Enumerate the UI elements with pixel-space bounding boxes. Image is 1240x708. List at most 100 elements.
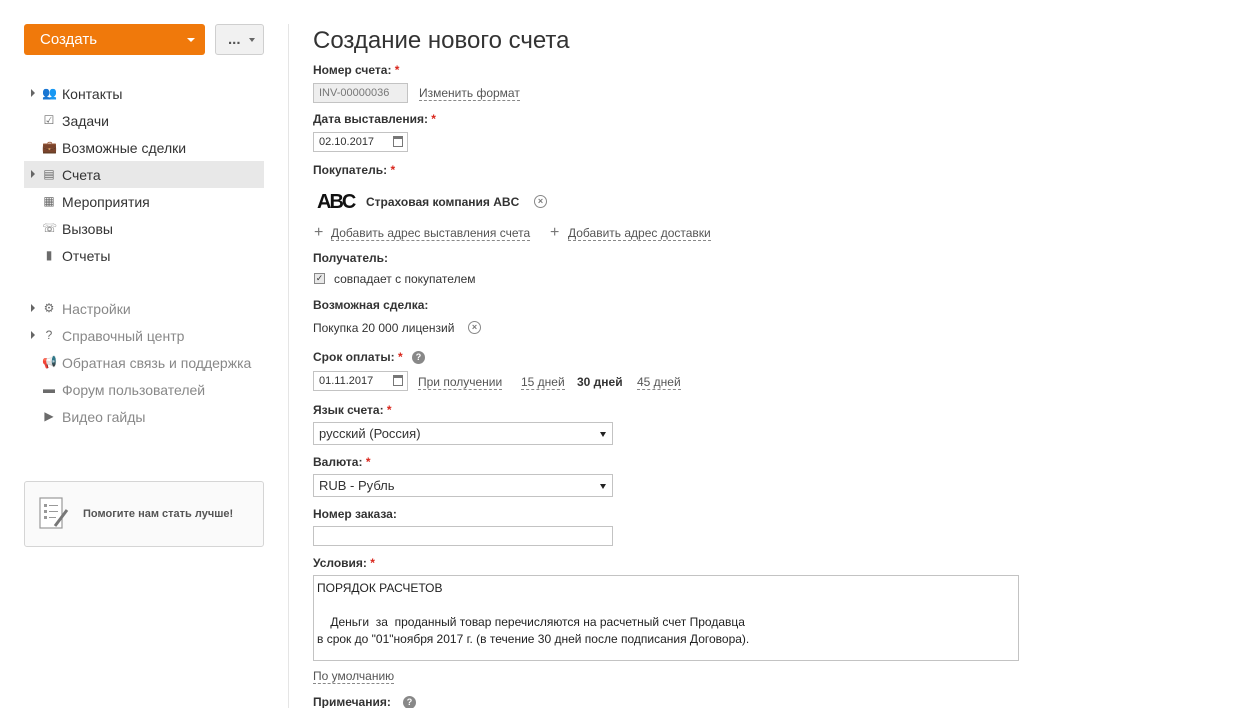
sidebar-item-label: Справочный центр (62, 327, 185, 344)
language-value: русский (Россия) (319, 426, 421, 441)
more-button[interactable]: ... (215, 24, 264, 55)
plus-icon: + (550, 224, 560, 241)
add-billing-address-link[interactable]: Добавить адрес выставления счета (331, 226, 531, 241)
expand-caret-icon[interactable] (31, 304, 35, 312)
sidebar-item-label: Форум пользователей (62, 381, 206, 398)
sidebar-item-reports[interactable]: ▮ Отчеты (24, 242, 264, 269)
help-icon[interactable]: ? (412, 351, 425, 364)
sidebar-item-contacts[interactable]: 👥 Контакты (24, 80, 264, 107)
calendar-icon[interactable] (393, 136, 403, 147)
invoice-number-label: Номер счета: * (313, 63, 400, 77)
sidebar-item-invoices[interactable]: ▤ Счета (24, 161, 264, 188)
feedback-box[interactable]: Помогите нам стать лучше! (24, 481, 264, 547)
add-delivery-address-link[interactable]: Добавить адрес доставки (568, 226, 711, 241)
main-nav: 👥 Контакты ☑ Задачи 💼 Возможные сделки ▤ Счета ▦… (24, 80, 264, 269)
sidebar-item-question[interactable]: ? Справочный центр (24, 322, 264, 349)
contacts-icon: 👥 (42, 86, 57, 100)
invoice-form: Создание нового счета Номер счета: * INV… (313, 0, 1233, 708)
calendar-icon[interactable] (393, 375, 403, 386)
sidebar-item-label: Отчеты (62, 247, 111, 264)
expand-caret-icon[interactable] (31, 170, 35, 178)
plus-icon: + (314, 224, 324, 241)
sidebar-item-label: Вызовы (62, 220, 113, 237)
notes-label: Примечания: (313, 695, 391, 708)
change-format-link[interactable]: Изменить формат (419, 86, 520, 101)
terms-label: Условия: * (313, 556, 375, 570)
deal-value[interactable]: Покупка 20 000 лицензий (313, 321, 454, 335)
sidebar-item-label: Настройки (62, 300, 131, 317)
same-as-buyer-label: совпадает с покупателем (334, 272, 476, 286)
due-date-value: 01.11.2017 (319, 375, 374, 387)
invoices-icon: ▤ (43, 167, 55, 181)
remove-buyer-icon[interactable]: × (534, 195, 547, 208)
phone-icon: ☏ (42, 221, 58, 235)
sidebar-item-deals[interactable]: 💼 Возможные сделки (24, 134, 264, 161)
sidebar-item-gear[interactable]: ⚙ Настройки (24, 295, 264, 322)
buyer-label: Покупатель: * (313, 163, 396, 177)
sidebar-item-label: Обратная связь и поддержка (62, 354, 252, 371)
deal-label: Возможная сделка: (313, 298, 429, 312)
due-option-45[interactable]: 45 дней (637, 375, 681, 390)
due-option-30[interactable]: 30 дней (577, 375, 623, 389)
due-label: Срок оплаты: * (313, 350, 403, 364)
sidebar-item-label: Счета (62, 166, 101, 183)
due-option-15[interactable]: 15 дней (521, 375, 565, 390)
currency-select[interactable]: RUB - Рубль (313, 474, 613, 497)
sidebar-item-video[interactable]: ▶ Видео гайды (24, 403, 264, 430)
same-as-buyer-checkbox[interactable]: ✓ (314, 273, 325, 284)
chat-icon: ▬ (43, 382, 55, 396)
page-title: Создание нового счета (313, 27, 570, 54)
question-icon: ? (45, 328, 53, 342)
default-terms-link[interactable]: По умолчанию (313, 669, 395, 684)
sidebar-item-calendar[interactable]: ▦ Мероприятия (24, 188, 264, 215)
sidebar-item-tasks[interactable]: ☑ Задачи (24, 107, 264, 134)
chevron-down-icon[interactable] (187, 38, 195, 42)
create-button-label: Создать (40, 31, 98, 48)
sidebar-item-label: Контакты (62, 85, 123, 102)
sidebar-item-chat[interactable]: ▬ Форум пользователей (24, 376, 264, 403)
create-button[interactable]: Создать (24, 24, 205, 55)
language-select[interactable]: русский (Россия) (313, 422, 613, 445)
feedback-label: Помогите нам стать лучше! (83, 508, 234, 520)
video-icon: ▶ (44, 409, 54, 423)
expand-caret-icon[interactable] (31, 89, 35, 97)
issue-date-label: Дата выставления: * (313, 112, 436, 126)
currency-value: RUB - Рубль (319, 478, 395, 493)
order-number-label: Номер заказа: (313, 507, 397, 521)
dropdown-arrow-icon (600, 484, 606, 489)
language-label: Язык счета: * (313, 403, 392, 417)
dropdown-arrow-icon (600, 432, 606, 437)
sidebar-item-megaphone[interactable]: 📢 Обратная связь и поддержка (24, 349, 264, 376)
gear-icon: ⚙ (43, 301, 55, 315)
deals-icon: 💼 (42, 140, 57, 154)
sidebar-item-label: Возможные сделки (62, 139, 187, 156)
expand-caret-icon[interactable] (31, 331, 35, 339)
due-option-on-receipt[interactable]: При получении (418, 375, 503, 390)
sidebar-item-label: Мероприятия (62, 193, 150, 210)
sidebar-item-phone[interactable]: ☏ Вызовы (24, 215, 264, 242)
help-icon[interactable]: ? (403, 696, 416, 708)
issue-date-value: 02.10.2017 (319, 136, 375, 148)
megaphone-icon: 📢 (42, 355, 57, 369)
calendar-icon: ▦ (43, 194, 55, 208)
sidebar-item-label: Задачи (62, 112, 110, 129)
chevron-down-icon (249, 38, 255, 42)
tasks-icon: ☑ (43, 113, 55, 127)
buyer-logo: ABC (317, 191, 356, 213)
remove-deal-icon[interactable]: × (468, 321, 481, 334)
sidebar-item-label: Видео гайды (62, 408, 146, 425)
issue-date-field[interactable]: 02.10.2017 (313, 132, 408, 152)
reports-icon: ▮ (45, 248, 53, 262)
due-date-field[interactable]: 01.11.2017 (313, 371, 408, 391)
recipient-label: Получатель: (313, 251, 388, 265)
invoice-number-field[interactable]: INV-00000036 (313, 83, 408, 103)
sidebar: Создать ... 👥 Контакты ☑ Задачи 💼 Возможные с… (0, 0, 290, 708)
buyer-name[interactable]: Страховая компания ABC (366, 195, 519, 209)
order-number-field[interactable] (313, 526, 613, 546)
survey-icon (39, 497, 69, 529)
terms-textarea[interactable]: ПОРЯДОК РАСЧЕТОВ Деньги за проданный тов… (313, 575, 1019, 661)
divider (288, 24, 289, 708)
currency-label: Валюта: * (313, 455, 371, 469)
secondary-nav: ⚙ Настройки? Справочный центр 📢 Обратная свя… (24, 295, 264, 430)
more-button-label: ... (228, 31, 241, 48)
